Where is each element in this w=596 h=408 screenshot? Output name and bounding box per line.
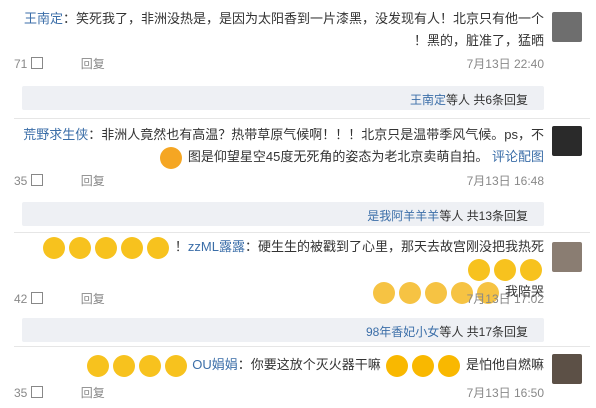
comment-actions: 35 回复 [14, 384, 139, 401]
smile-emoji-icon [95, 236, 118, 259]
avatar[interactable] [552, 354, 582, 384]
divider [14, 346, 590, 347]
reply-button[interactable]: 回复 [81, 386, 105, 400]
comment-text: OU娟娟：你要这放个灭火器干嘛 是怕他自燃嘛 [20, 354, 544, 377]
thumb-up-icon [31, 386, 44, 398]
reply-button[interactable]: 回复 [81, 292, 105, 306]
reply-bar[interactable]: 是我阿羊羊羊等人 共13条回复 [22, 202, 544, 226]
reply-bar[interactable]: 98年香妃小女等人 共17条回复 [22, 318, 544, 342]
commenter-name[interactable]: zzML露露 [188, 239, 245, 254]
smile-emoji-icon [468, 259, 490, 282]
timestamp: 7月13日 17:02 [466, 292, 544, 306]
like-count: 35 [14, 174, 28, 188]
commenter-name[interactable]: OU娟娟 [192, 357, 238, 372]
reply-bar[interactable]: 王南定等人 共6条回复 [22, 86, 544, 110]
avatar[interactable] [552, 126, 582, 156]
kiss-emoji-icon [164, 354, 187, 377]
crying-emoji-icon [373, 281, 396, 304]
avatar[interactable] [552, 12, 582, 42]
smile-emoji-icon [494, 259, 516, 282]
like-count: 35 [14, 386, 28, 400]
kiss-emoji-icon [112, 354, 135, 377]
smile-emoji-icon [147, 236, 170, 259]
avatar[interactable] [552, 242, 582, 272]
comment-text: 王南定：笑死我了，非洲没热是，是因为太阳香到一片漆黑，没发现有人！北京只有他一个… [23, 11, 544, 48]
smile-emoji-icon [69, 236, 92, 259]
reply-button[interactable]: 回复 [81, 174, 105, 188]
comment-actions: 35 回复 [14, 172, 139, 189]
timestamp: 7月13日 16:50 [466, 386, 544, 400]
like-button[interactable]: 35 [14, 386, 44, 400]
divider [14, 232, 590, 233]
comment-text: 荒野求生侠：非洲人竟然也有高温？热带草原气候啊！！！北京只是温带季风气候。ps，… [20, 124, 544, 169]
timestamp: 7月13日 22:40 [466, 57, 544, 71]
like-count: 42 [14, 292, 28, 306]
comment-image-link[interactable]: 评论配图 [492, 149, 544, 164]
smile-emoji-icon [520, 259, 542, 282]
commenter-name[interactable]: 荒野求生侠 [23, 127, 88, 142]
timestamp: 7月13日 16:48 [466, 174, 544, 188]
like-button[interactable]: 42 [14, 292, 44, 306]
laugh-emoji-icon [438, 354, 461, 377]
like-button[interactable]: 35 [14, 174, 44, 188]
thumb-up-icon [31, 57, 44, 69]
crying-emoji-icon [425, 281, 448, 304]
laugh-emoji-icon [412, 354, 435, 377]
reply-button[interactable]: 回复 [81, 57, 105, 71]
divider [14, 118, 590, 119]
like-button[interactable]: 71 [14, 57, 44, 71]
kiss-emoji-icon [86, 354, 109, 377]
smile-emoji-icon [43, 236, 66, 259]
laugh-emoji-icon [386, 354, 409, 377]
thumb-up-icon [31, 174, 44, 186]
thumb-up-icon [31, 292, 44, 304]
comment-actions: 42 回复 [14, 290, 139, 307]
crying-emoji-icon [399, 281, 422, 304]
commenter-name[interactable]: 王南定 [24, 11, 63, 26]
comment-actions: 71 回复 [14, 55, 139, 72]
smile-emoji-icon [121, 236, 144, 259]
like-count: 71 [14, 57, 28, 71]
kiss-emoji-icon [138, 354, 161, 377]
sunglasses-emoji-icon [160, 146, 183, 169]
